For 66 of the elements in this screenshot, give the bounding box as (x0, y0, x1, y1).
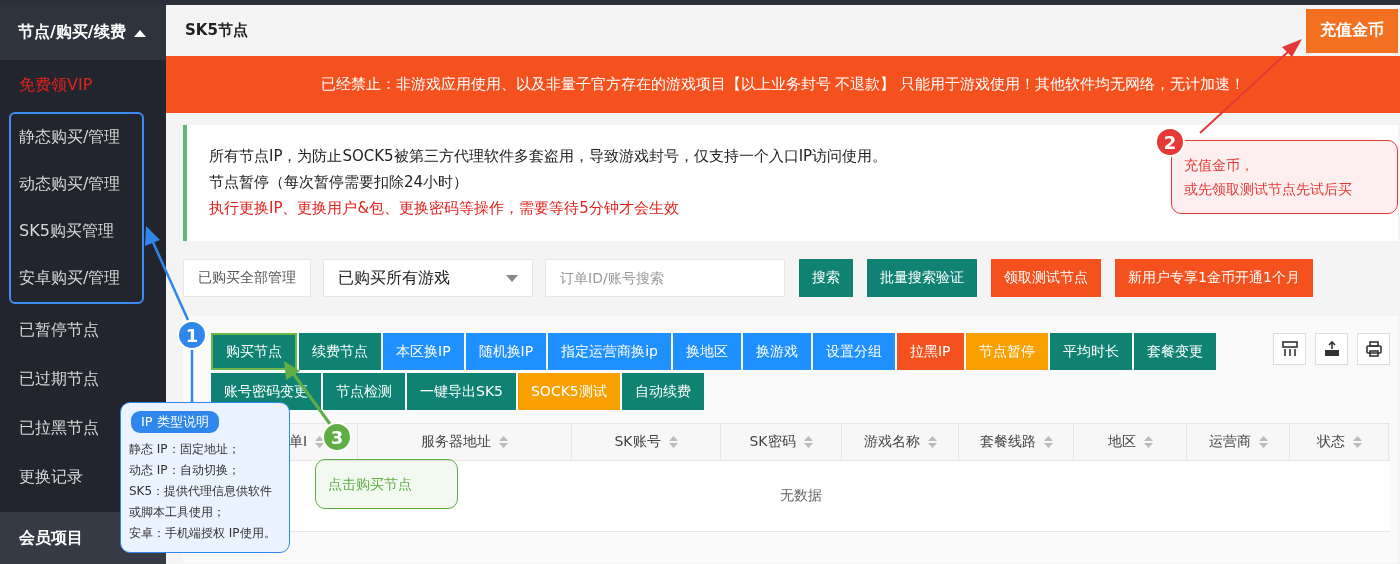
sort-icon[interactable] (1258, 435, 1268, 449)
column-header[interactable]: SK账号 (614, 433, 661, 451)
toolbar-button[interactable]: 拉黑IP (896, 333, 964, 370)
callout-text: 点击购买节点 (328, 475, 413, 494)
columns-icon[interactable] (1273, 333, 1306, 365)
callout-text: 静态 IP：固定地址； (129, 441, 241, 458)
empty-text: 无数据 (779, 487, 822, 505)
sort-icon[interactable] (499, 435, 508, 449)
sidebar-item[interactable]: 静态购买/管理 (11, 114, 142, 161)
sidebar-item[interactable]: 已暂停节点 (0, 306, 166, 355)
column-header[interactable]: 套餐线路 (979, 433, 1036, 451)
column-header[interactable]: 地区 (1107, 433, 1136, 451)
action-button[interactable]: 领取测试节点 (991, 259, 1101, 297)
toolbar-button[interactable]: 一键导出SK5 (407, 373, 516, 410)
toolbar-button[interactable]: 设置分组 (812, 333, 895, 370)
column-header[interactable]: 状态 (1316, 433, 1345, 451)
callout-text: 动态 IP：自动切换； (129, 462, 241, 479)
action-button[interactable]: 新用户专享1金币开通1个月 (1115, 259, 1313, 297)
sort-icon[interactable] (1043, 435, 1053, 449)
sort-icon[interactable] (315, 435, 325, 449)
sidebar-item[interactable]: 动态购买/管理 (11, 161, 142, 208)
callout-text: 充值金币， (1184, 156, 1255, 175)
sidebar-item[interactable]: SK5购买管理 (11, 208, 142, 255)
sort-icon[interactable] (927, 435, 937, 449)
toolbar-button[interactable]: 本区换IP (383, 333, 464, 370)
sidebar-item[interactable]: 已过期节点 (0, 355, 166, 404)
column-header[interactable]: SK密码 (749, 433, 796, 451)
toolbar-button[interactable]: 自动续费 (621, 373, 704, 410)
sidebar-item[interactable]: 安卓购买/管理 (11, 255, 142, 302)
warning-banner: 已经禁止：非游戏应用使用、以及非量子官方存在的游戏项目【以上业务封号 不退款】 只能用于游戏使用！其他软件均无网络，无计加速！ (166, 56, 1400, 113)
toolbar-button[interactable]: 续费节点 (299, 333, 381, 370)
callout-title: IP 类型说明 (131, 411, 219, 433)
notice-text: 所有节点IP，为防止SOCK5被第三方代理软件多套盗用，导致游戏封号，仅支持一个入口IP访问使用。 (209, 146, 888, 167)
column-header[interactable]: 服务器地址 (421, 433, 491, 451)
toolbar-button[interactable]: 平均时长 (1049, 333, 1132, 370)
game-select[interactable]: 已购买所有游戏 (323, 259, 533, 297)
notice-text: 节点暂停（每次暂停需要扣除24小时） (209, 172, 469, 193)
sort-icon[interactable] (803, 435, 813, 449)
caret-icon (506, 274, 518, 282)
sort-icon[interactable] (1143, 435, 1153, 449)
recharge-button[interactable]: 充值金币 (1306, 8, 1398, 53)
callout-text: SK5：提供代理信息供软件 (129, 483, 274, 500)
scope-button[interactable]: 已购买全部管理 (183, 259, 311, 297)
column-header[interactable]: 游戏名称 (863, 433, 920, 451)
export-icon[interactable] (1315, 333, 1348, 365)
toolbar-button[interactable]: 随机换IP (465, 333, 547, 370)
toolbar-button[interactable]: 换游戏 (742, 333, 811, 370)
sidebar-header[interactable]: 节点/购买/续费 (0, 5, 166, 60)
toolbar-button[interactable]: 换地区 (672, 333, 741, 370)
column-header[interactable]: 单I (289, 433, 308, 451)
toolbar-button[interactable]: 套餐变更 (1133, 333, 1216, 370)
action-button[interactable]: 批量搜索验证 (867, 259, 977, 297)
print-icon[interactable] (1357, 333, 1390, 365)
toolbar-button[interactable]: 节点检测 (323, 373, 405, 410)
sort-icon[interactable] (668, 435, 678, 449)
column-header[interactable]: 运营商 (1208, 433, 1251, 451)
toolbar-button[interactable]: 购买节点 (211, 333, 297, 370)
action-button[interactable]: 搜索 (799, 259, 853, 297)
sidebar-item[interactable]: 免费领VIP (0, 60, 166, 110)
sort-icon[interactable] (1352, 435, 1362, 449)
search-field[interactable]: 订单ID/账号搜索 (545, 259, 785, 297)
caret-icon (133, 28, 146, 37)
notice-text: 执行更换IP、更换用户&包、更换密码等操作，需要等待5分钟才会生效 (209, 198, 679, 219)
callout-text: 或先领取测试节点先试后买 (1184, 180, 1353, 199)
page-title: SK5节点 (185, 21, 248, 40)
toolbar-button[interactable]: 指定运营商换ip (548, 333, 671, 370)
